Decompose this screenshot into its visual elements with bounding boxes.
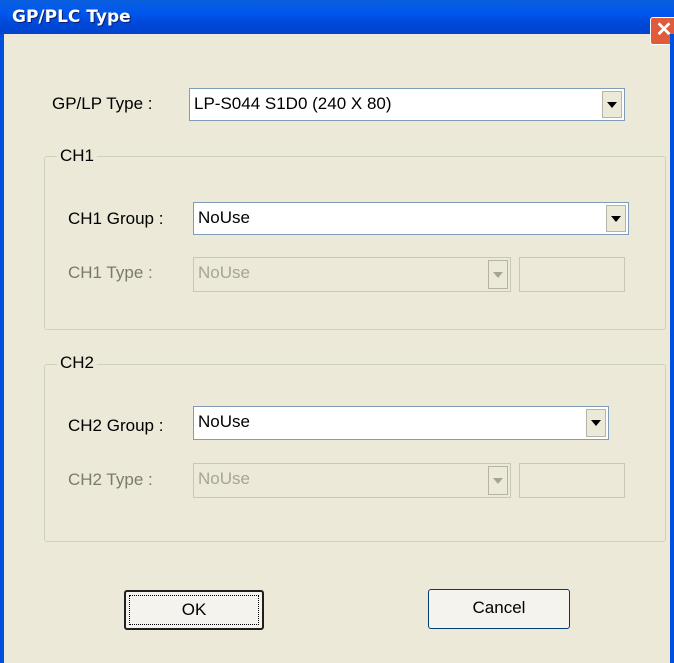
gp-lp-type-select[interactable]: LP-S044 S1D0 (240 X 80) [189,88,625,121]
cancel-button-label: Cancel [472,598,526,617]
window-frame-right [670,34,674,663]
chevron-down-icon [591,420,601,426]
chevron-down-icon [493,477,503,484]
ch1-group-label: CH1 Group : [68,209,164,228]
ch1-type-value: NoUse [198,263,250,282]
ch1-group-value: NoUse [198,208,250,227]
ch2-type-extra-field[interactable] [519,463,625,498]
gp-lp-type-dropdown-button[interactable] [602,91,622,118]
ch2-group-title: CH2 [57,353,98,373]
ch1-group-title: CH1 [57,146,98,166]
window-frame-left [0,34,4,663]
ch2-type-label: CH2 Type : [68,470,153,489]
ch1-type-label: CH1 Type : [68,263,153,282]
ch1-group-dropdown-button[interactable] [606,205,626,232]
ch2-group-value: NoUse [198,412,250,431]
ch2-groupbox [44,364,666,542]
ch1-type-extra-field[interactable] [519,257,625,292]
ch2-type-dropdown-button[interactable] [488,466,508,495]
ch2-group-label: CH2 Group : [68,416,164,435]
ch2-type-value: NoUse [198,469,250,488]
ch1-group-select[interactable]: NoUse [193,202,629,235]
ch1-type-dropdown-button[interactable] [488,260,508,289]
ok-button[interactable]: OK [124,590,264,630]
chevron-down-icon [607,101,617,108]
ch2-type-select[interactable]: NoUse [193,463,511,498]
ch1-groupbox [44,156,666,330]
chevron-down-icon [611,215,621,222]
gp-lp-type-label: GP/LP Type : [52,94,153,113]
gp-lp-type-value: LP-S044 S1D0 (240 X 80) [194,94,392,113]
cancel-button[interactable]: Cancel [428,589,570,629]
title-bar[interactable]: GP/PLC Type [0,0,674,34]
ch2-group-select[interactable]: NoUse [193,406,609,440]
window-title: GP/PLC Type [12,7,131,27]
chevron-down-icon [493,271,503,278]
focus-rectangle [129,595,259,625]
ch1-type-select[interactable]: NoUse [193,257,511,292]
ch2-group-dropdown-button[interactable] [586,409,606,437]
